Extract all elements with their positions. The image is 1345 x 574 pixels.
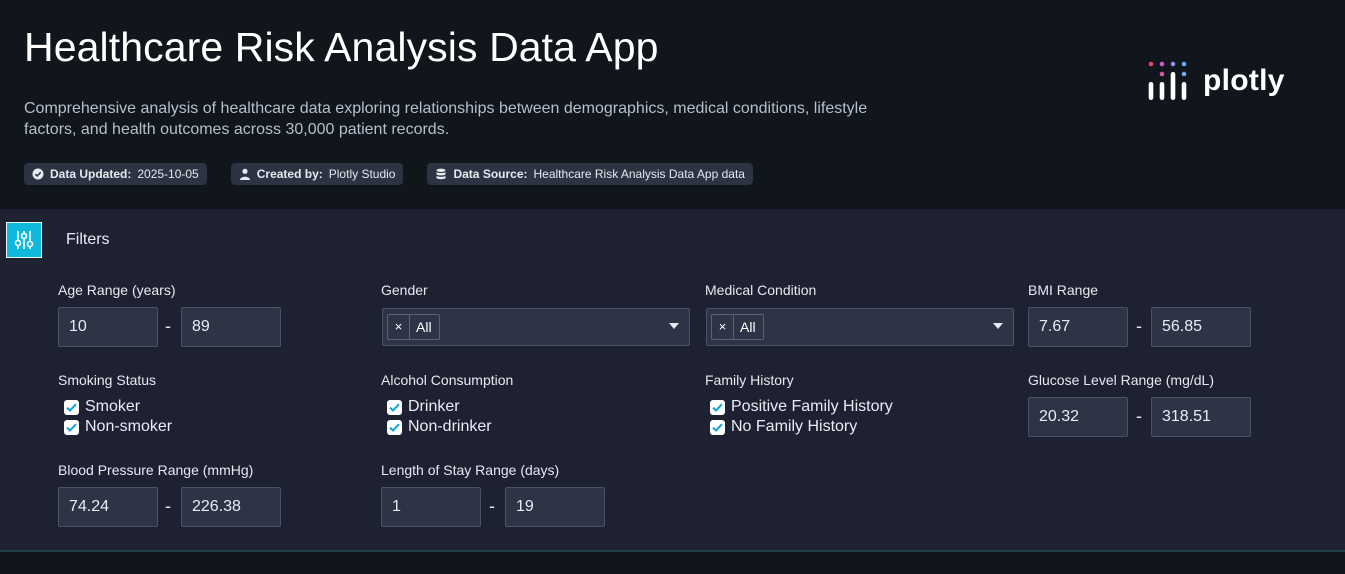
condition-tag-all: × All — [711, 314, 764, 340]
smoker-checkbox[interactable]: Smoker — [64, 398, 140, 416]
tag-label: All — [740, 319, 756, 335]
page-title: Healthcare Risk Analysis Data App — [24, 24, 659, 70]
medical-condition-label: Medical Condition — [705, 282, 817, 298]
glucose-max-input[interactable]: 318.51 — [1151, 397, 1251, 437]
checkbox-label: Non-drinker — [408, 418, 492, 435]
user-icon — [239, 168, 251, 180]
app-header: Healthcare Risk Analysis Data App Compre… — [0, 0, 1345, 209]
no-family-history-checkbox[interactable]: No Family History — [710, 418, 857, 436]
glucose-range-label: Glucose Level Range (mg/dL) — [1028, 372, 1214, 388]
length-of-stay-range-label: Length of Stay Range (days) — [381, 462, 560, 478]
family-history-label: Family History — [705, 372, 794, 388]
range-separator: - — [165, 316, 171, 336]
clear-tag-icon[interactable]: × — [388, 315, 410, 339]
drinker-checkbox[interactable]: Drinker — [387, 398, 460, 416]
page-subtitle: Comprehensive analysis of healthcare dat… — [24, 100, 868, 138]
range-separator: - — [1136, 316, 1142, 336]
badge-value: Healthcare Risk Analysis Data App data — [533, 167, 745, 181]
filters-title: Filters — [66, 231, 110, 248]
checkbox-checked-icon[interactable] — [64, 419, 79, 435]
plotly-logo-text: plotly — [1203, 64, 1285, 97]
blood-pressure-range-label: Blood Pressure Range (mmHg) — [58, 462, 254, 478]
created-by-badge: Created by: Plotly Studio — [230, 163, 404, 185]
badge-value: Plotly Studio — [328, 167, 396, 181]
gender-tag-all: × All — [387, 314, 440, 340]
smoking-status-label: Smoking Status — [58, 372, 157, 388]
chevron-down-icon[interactable] — [669, 323, 679, 329]
panel-divider — [0, 550, 1345, 552]
gender-dropdown[interactable]: × All — [382, 308, 690, 346]
range-separator: - — [489, 496, 495, 516]
checkbox-label: Smoker — [85, 398, 141, 415]
data-updated-badge: Data Updated: 2025-10-05 — [24, 163, 207, 185]
non-drinker-checkbox[interactable]: Non-drinker — [387, 418, 492, 436]
badge-label: Data Updated: — [50, 167, 132, 181]
stay-min-input[interactable]: 1 — [381, 487, 481, 527]
non-smoker-checkbox[interactable]: Non-smoker — [64, 418, 172, 436]
alcohol-consumption-label: Alcohol Consumption — [381, 372, 514, 388]
age-max-input[interactable]: 89 — [181, 307, 281, 347]
bmi-range-label: BMI Range — [1028, 282, 1099, 298]
checkbox-checked-icon[interactable] — [710, 419, 725, 435]
range-separator: - — [1136, 406, 1142, 426]
checkbox-checked-icon[interactable] — [710, 399, 725, 415]
plotly-logo[interactable]: plotly — [1147, 60, 1285, 102]
bp-max-input[interactable]: 226.38 — [181, 487, 281, 527]
bmi-min-input[interactable]: 7.67 — [1028, 307, 1128, 347]
database-icon — [435, 168, 447, 180]
info-badges: Data Updated: 2025-10-05 Created by: Plo… — [24, 163, 753, 185]
checkbox-checked-icon[interactable] — [64, 399, 79, 415]
range-separator: - — [165, 496, 171, 516]
age-min-input[interactable]: 10 — [58, 307, 158, 347]
stay-max-input[interactable]: 19 — [505, 487, 605, 527]
checkbox-label: Non-smoker — [85, 418, 173, 435]
gender-label: Gender — [381, 282, 428, 298]
check-circle-icon — [32, 168, 44, 180]
data-source-badge: Data Source: Healthcare Risk Analysis Da… — [427, 163, 753, 185]
checkbox-checked-icon[interactable] — [387, 399, 402, 415]
badge-value: 2025-10-05 — [137, 167, 199, 181]
chevron-down-icon[interactable] — [993, 323, 1003, 329]
plotly-logo-icon — [1148, 61, 1187, 100]
checkbox-label: No Family History — [731, 418, 858, 435]
badge-label: Data Source: — [453, 167, 528, 181]
medical-condition-dropdown[interactable]: × All — [706, 308, 1014, 346]
checkbox-checked-icon[interactable] — [387, 419, 402, 435]
badge-label: Created by: — [256, 167, 323, 181]
glucose-min-input[interactable]: 20.32 — [1028, 397, 1128, 437]
tag-label: All — [416, 319, 432, 335]
bmi-max-input[interactable]: 56.85 — [1151, 307, 1251, 347]
checkbox-label: Positive Family History — [731, 398, 893, 415]
filters-icon[interactable] — [6, 222, 42, 258]
checkbox-label: Drinker — [408, 398, 460, 415]
age-range-label: Age Range (years) — [58, 282, 176, 298]
clear-tag-icon[interactable]: × — [712, 315, 734, 339]
positive-family-history-checkbox[interactable]: Positive Family History — [710, 398, 893, 416]
bp-min-input[interactable]: 74.24 — [58, 487, 158, 527]
